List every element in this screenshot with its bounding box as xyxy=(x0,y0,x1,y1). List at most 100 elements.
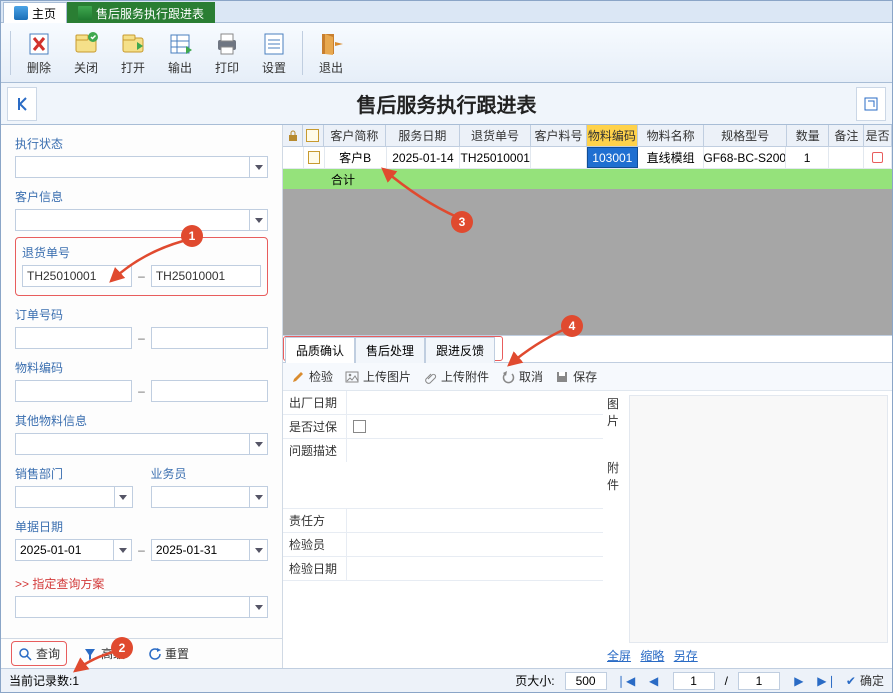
pager-next[interactable]: ▶ xyxy=(790,672,808,690)
reset-icon xyxy=(147,647,161,661)
col-qty[interactable]: 数量 xyxy=(787,125,829,146)
col-spec[interactable]: 规格型号 xyxy=(704,125,787,146)
annotation-badge-1: 1 xyxy=(181,225,203,247)
detail-side: 图片 附件 全屏 缩略 另存 xyxy=(603,391,892,668)
return-no-from-input[interactable]: TH25010001 xyxy=(22,265,132,287)
chevron-down-icon[interactable] xyxy=(249,210,267,230)
pager-first[interactable]: ❘◀ xyxy=(617,672,635,690)
tab-home[interactable]: 主页 xyxy=(3,2,67,23)
query-scheme-combo[interactable] xyxy=(15,596,268,618)
close-button[interactable]: 关闭 xyxy=(64,27,108,79)
open-button[interactable]: 打开 xyxy=(111,27,155,79)
col-remark[interactable]: 备注 xyxy=(829,125,864,146)
export-button[interactable]: 输出 xyxy=(158,27,202,79)
table-row[interactable]: 客户B 2025-01-14 TH25010001 103001 直线模组 GF… xyxy=(283,147,892,169)
cancel-button[interactable]: 取消 xyxy=(501,368,543,385)
salesman-combo[interactable] xyxy=(151,486,269,508)
customer-info-combo[interactable] xyxy=(15,209,268,231)
bill-date-to-input[interactable]: 2025-01-31 xyxy=(151,539,268,561)
chevron-down-icon[interactable] xyxy=(113,540,131,560)
exec-status-combo[interactable] xyxy=(15,156,268,178)
grid-header: 客户简称 服务日期 退货单号 客户料号 物料编码 物料名称 规格型号 数量 备注… xyxy=(283,125,892,147)
main-toolbar: 删除 关闭 打开 输出 打印 设置 退出 xyxy=(1,23,892,83)
col-cust-part[interactable]: 客户料号 xyxy=(531,125,586,146)
tab-followup[interactable]: 跟进反馈 xyxy=(425,337,495,363)
inspect-button[interactable]: 检验 xyxy=(291,368,333,385)
responsible-value[interactable] xyxy=(347,509,603,532)
saveas-link[interactable]: 另存 xyxy=(674,649,698,663)
tab-sheet[interactable]: 售后服务执行跟进表 xyxy=(67,2,215,23)
annotation-badge-4: 4 xyxy=(561,315,583,337)
order-no-label: 订单号码 xyxy=(15,306,268,323)
grid-total-row: 合计 xyxy=(283,169,892,189)
fullscreen-link[interactable]: 全屏 xyxy=(607,649,631,663)
nav-expand-button[interactable] xyxy=(856,87,886,121)
return-no-to-input[interactable]: TH25010001 xyxy=(151,265,261,287)
chevron-down-icon[interactable] xyxy=(249,597,267,617)
nav-first-button[interactable] xyxy=(7,87,37,121)
inspect-date-value[interactable] xyxy=(347,557,603,580)
material-code-to-input[interactable] xyxy=(151,380,268,402)
filter-icon xyxy=(83,647,97,661)
chevron-down-icon[interactable] xyxy=(249,434,267,454)
detail-tabs: 品质确认 售后处理 跟进反馈 xyxy=(283,335,892,362)
over-warranty-checkbox[interactable] xyxy=(353,420,366,433)
settings-button[interactable]: 设置 xyxy=(252,27,296,79)
sales-dept-label: 销售部门 xyxy=(15,465,133,482)
cell-isflag[interactable] xyxy=(864,147,892,168)
exit-icon xyxy=(317,30,345,58)
annotation-badge-2: 2 xyxy=(111,637,133,659)
responsible-label: 责任方 xyxy=(283,509,347,532)
problem-desc-value[interactable] xyxy=(347,439,603,443)
detail-form: 出厂日期 是否过保 问题描述 责任方 检验员 检验日期 xyxy=(283,391,603,668)
page-current-input[interactable] xyxy=(673,672,715,690)
col-return-no[interactable]: 退货单号 xyxy=(460,125,532,146)
check-col[interactable] xyxy=(303,125,323,146)
chevron-down-icon[interactable] xyxy=(249,157,267,177)
bill-date-from-input[interactable]: 2025-01-01 xyxy=(15,539,132,561)
settings-icon xyxy=(260,30,288,58)
thumbnail-link[interactable]: 缩略 xyxy=(640,649,664,663)
detail-toolbar: 检验 上传图片 上传附件 取消 保存 xyxy=(283,363,892,391)
content-area: 客户简称 服务日期 退货单号 客户料号 物料编码 物料名称 规格型号 数量 备注… xyxy=(283,125,892,668)
chevron-down-icon[interactable] xyxy=(249,540,267,560)
order-no-to-input[interactable] xyxy=(151,327,268,349)
search-icon xyxy=(18,647,32,661)
page-size-label: 页大小: xyxy=(515,672,554,689)
cell-material-code[interactable]: 103001 xyxy=(587,147,639,168)
separator xyxy=(302,31,303,75)
col-customer[interactable]: 客户简称 xyxy=(324,125,387,146)
col-material-name[interactable]: 物料名称 xyxy=(638,125,704,146)
material-code-from-input[interactable] xyxy=(15,380,132,402)
exit-button[interactable]: 退出 xyxy=(309,27,353,79)
pager-last[interactable]: ▶❘ xyxy=(818,672,836,690)
reset-button[interactable]: 重置 xyxy=(141,642,195,665)
exec-status-label: 执行状态 xyxy=(15,135,268,152)
chevron-down-icon[interactable] xyxy=(249,487,267,507)
pager-prev[interactable]: ◀ xyxy=(645,672,663,690)
sales-dept-combo[interactable] xyxy=(15,486,133,508)
chevron-down-icon[interactable] xyxy=(114,487,132,507)
tab-quality[interactable]: 品质确认 xyxy=(285,337,355,363)
inspector-value[interactable] xyxy=(347,533,603,556)
confirm-button[interactable]: ✔ 确定 xyxy=(846,672,884,689)
tab-aftersales[interactable]: 售后处理 xyxy=(355,337,425,363)
col-isflag[interactable]: 是否 xyxy=(864,125,892,146)
page-size-input[interactable] xyxy=(565,672,607,690)
image-panel-label: 图片 xyxy=(607,395,625,429)
lock-col xyxy=(283,125,303,146)
save-button[interactable]: 保存 xyxy=(555,368,597,385)
image-preview-box[interactable] xyxy=(629,395,888,643)
upload-attach-button[interactable]: 上传附件 xyxy=(423,368,489,385)
print-button[interactable]: 打印 xyxy=(205,27,249,79)
sheet-icon xyxy=(78,6,92,20)
col-service-date[interactable]: 服务日期 xyxy=(386,125,460,146)
upload-image-button[interactable]: 上传图片 xyxy=(345,368,411,385)
query-button[interactable]: 查询 xyxy=(11,641,67,666)
delete-button[interactable]: 删除 xyxy=(17,27,61,79)
col-material-code[interactable]: 物料编码 xyxy=(587,125,639,146)
other-material-combo[interactable] xyxy=(15,433,268,455)
grid-area: 客户简称 服务日期 退货单号 客户料号 物料编码 物料名称 规格型号 数量 备注… xyxy=(283,125,892,335)
ship-date-value[interactable] xyxy=(347,391,603,414)
order-no-from-input[interactable] xyxy=(15,327,132,349)
